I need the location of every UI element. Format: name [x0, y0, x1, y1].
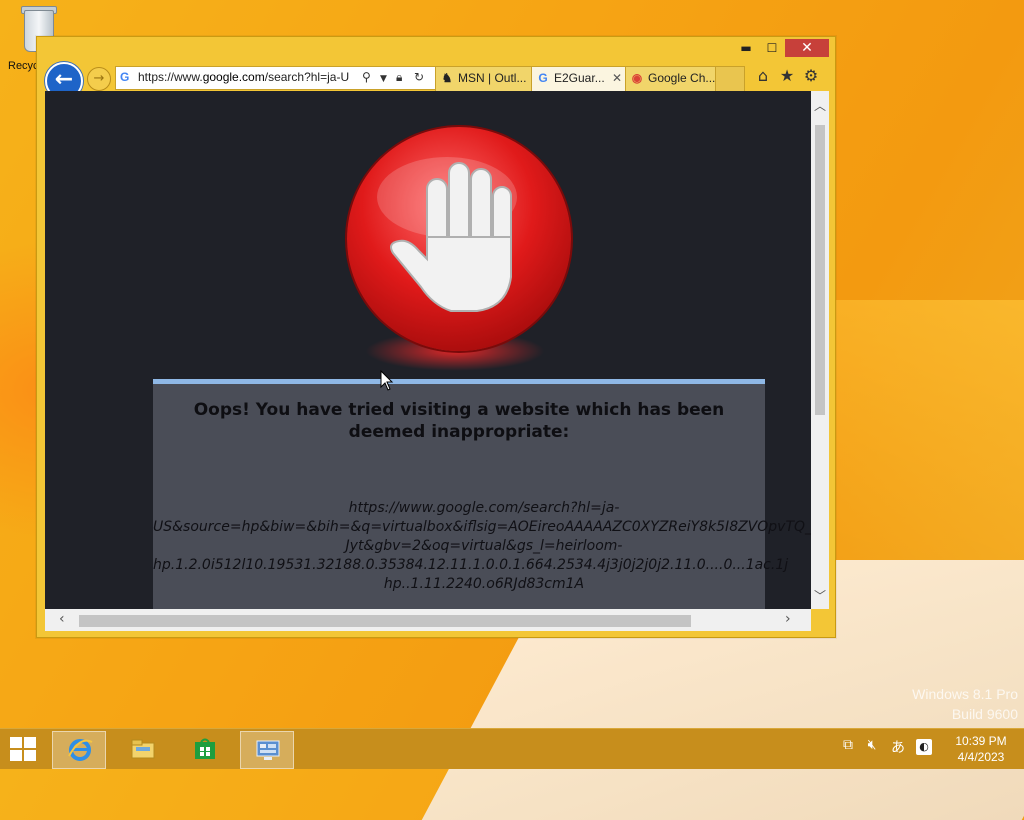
- blocked-url-line: https://www.google.com/search?hl=ja-: [348, 500, 620, 516]
- back-arrow-icon: ←: [54, 67, 74, 92]
- blocked-url: https://www.google.com/search?hl=ja- US&…: [153, 499, 811, 594]
- refresh-icon[interactable]: ↻: [414, 69, 424, 85]
- scroll-right-icon[interactable]: ›: [785, 611, 791, 627]
- volume-muted-icon[interactable]: 🔇︎: [862, 737, 882, 753]
- tab-close-icon[interactable]: ✕: [612, 67, 622, 89]
- taskbar-file-explorer[interactable]: [116, 731, 168, 767]
- watermark-build: Build 9600: [951, 706, 1018, 722]
- windows-logo-pane: [24, 737, 36, 748]
- vertical-scrollbar[interactable]: ︿ ﹀: [811, 91, 829, 609]
- windows-logo-pane: [10, 750, 22, 761]
- lock-icon[interactable]: 🔒︎: [396, 69, 402, 85]
- start-button[interactable]: [10, 737, 38, 763]
- horizontal-scrollbar[interactable]: ‹ ›: [45, 609, 811, 631]
- taskbar-store[interactable]: [178, 731, 230, 767]
- file-explorer-icon: [131, 739, 155, 759]
- blocked-url-line: US&source=hp&biw=&bih=&q=virtualbox&ifls…: [153, 519, 811, 535]
- url-suffix: /search?hl=ja-U: [264, 70, 350, 84]
- home-icon[interactable]: ⌂: [753, 66, 773, 86]
- title-bar[interactable]: ▬ ☐ ✕: [37, 37, 835, 59]
- network-icon[interactable]: ⧉: [838, 737, 858, 753]
- mouse-cursor-icon: [380, 370, 394, 391]
- url-domain: google.com: [202, 70, 265, 84]
- scroll-up-icon[interactable]: ︿: [814, 97, 826, 114]
- desktop-wallpaper-streak: [830, 300, 1024, 600]
- clock-time: 10:39 PM: [955, 734, 1007, 748]
- tab-label: MSN | Outl...: [458, 71, 527, 85]
- stop-hand-icon: [347, 127, 571, 351]
- internet-explorer-icon: [68, 739, 93, 761]
- google-icon: G: [538, 71, 548, 85]
- block-message-panel: Oops! You have tried visiting a website …: [153, 379, 811, 609]
- tab-label: E2Guar...: [554, 71, 605, 85]
- search-icon[interactable]: ⚲: [362, 69, 371, 85]
- taskbar: ⧉ 🔇︎ あ ◐ 10:39 PM 4/4/2023: [0, 728, 1024, 769]
- windows-logo-pane: [10, 737, 22, 748]
- taskbar-clock[interactable]: 10:39 PM 4/4/2023: [944, 733, 1018, 765]
- panel-accent-bar: [153, 379, 765, 384]
- tab-label: Google Ch...: [648, 71, 716, 85]
- ime-indicator[interactable]: あ: [888, 737, 908, 757]
- gear-icon[interactable]: ⚙: [801, 66, 821, 86]
- control-panel-icon: [256, 740, 280, 760]
- forward-arrow-icon: →: [93, 71, 105, 86]
- close-button[interactable]: ✕: [785, 39, 829, 57]
- url-prefix: https://www.: [138, 70, 203, 84]
- taskbar-internet-explorer[interactable]: [52, 731, 106, 769]
- dropdown-icon[interactable]: ▼: [380, 71, 387, 87]
- minimize-button[interactable]: ▬: [733, 39, 759, 57]
- navigation-bar: ← → G https://www.google.com/search?hl=j…: [37, 59, 835, 100]
- tab-msn[interactable]: ♞ MSN | Outl...: [435, 66, 533, 92]
- tab-e2guardian[interactable]: G E2Guar... ✕: [531, 66, 627, 92]
- action-center-icon[interactable]: ◐: [916, 739, 932, 755]
- ie-window: ▬ ☐ ✕ ← → G https://www.google.com/searc…: [36, 36, 836, 638]
- tab-google-chrome[interactable]: ◉ Google Ch...: [625, 66, 717, 92]
- watermark-edition: Windows 8.1 Pro: [912, 686, 1018, 702]
- vertical-scroll-thumb[interactable]: [815, 125, 825, 415]
- blocked-url-line: Jyt&gbv=2&oq=virtual&gs_l=heirloom-: [345, 538, 623, 554]
- recycle-bin-label[interactable]: Recyc: [8, 60, 39, 72]
- maximize-button[interactable]: ☐: [759, 39, 785, 57]
- blocked-url-line: hp..1.11.2240.o6RJd83cm1A: [383, 576, 585, 592]
- horizontal-scroll-thumb[interactable]: [79, 615, 691, 627]
- scroll-left-icon[interactable]: ‹: [59, 611, 65, 627]
- chrome-icon: ◉: [631, 71, 643, 85]
- windows-watermark: Windows 8.1 Pro Build 9600: [912, 684, 1018, 724]
- block-title: Oops! You have tried visiting a website …: [193, 400, 725, 442]
- star-icon[interactable]: ★: [777, 66, 797, 86]
- scroll-down-icon[interactable]: ﹀: [814, 587, 826, 604]
- address-bar[interactable]: G https://www.google.com/search?hl=ja-U …: [115, 66, 471, 90]
- store-icon: [195, 738, 215, 759]
- msn-icon: ♞: [441, 71, 453, 85]
- blocked-url-line: hp.1.2.0i512l10.19531.32188.0.35384.12.1…: [153, 557, 789, 573]
- windows-logo-pane: [24, 750, 36, 761]
- new-tab-button[interactable]: [715, 66, 745, 92]
- clock-date: 4/4/2023: [957, 750, 1005, 764]
- taskbar-control-panel[interactable]: [240, 731, 294, 769]
- google-icon: G: [120, 70, 130, 84]
- forward-button[interactable]: →: [87, 67, 111, 91]
- page-content: Oops! You have tried visiting a website …: [45, 91, 811, 609]
- address-url[interactable]: https://www.google.com/search?hl=ja-U: [138, 70, 358, 84]
